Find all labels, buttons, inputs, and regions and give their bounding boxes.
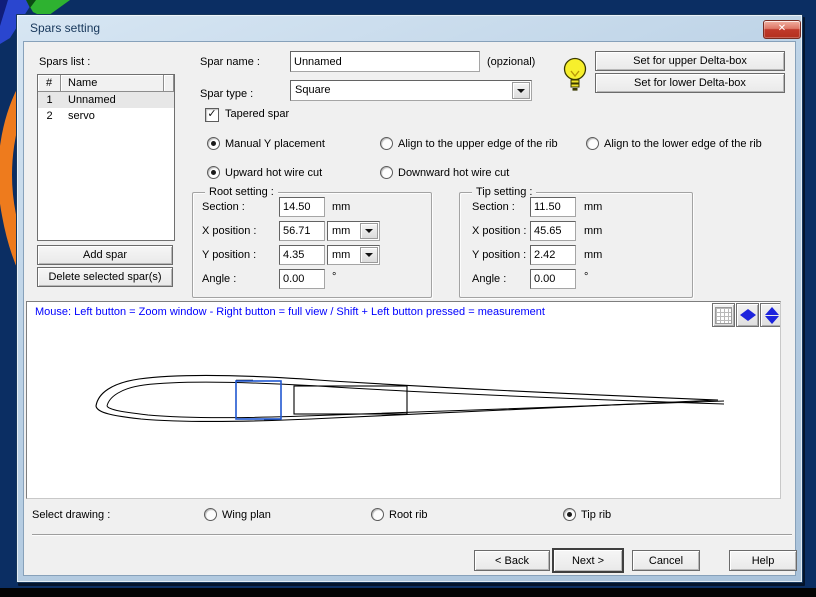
radio-upward-hot-wire-cut-label: Upward hot wire cut xyxy=(225,167,322,180)
grid-icon xyxy=(715,307,732,324)
next-button[interactable]: Next > xyxy=(553,549,623,572)
tip-angle-label: Angle : xyxy=(472,273,506,286)
root-angle-label: Angle : xyxy=(202,273,236,286)
radio-align-upper-edge-label: Align to the upper edge of the rib xyxy=(398,138,558,151)
cancel-button[interactable]: Cancel xyxy=(632,550,700,571)
tip-y-input[interactable] xyxy=(530,245,576,265)
spars-setting-dialog: Spars setting ✕ Spars list : # Name 1 Un… xyxy=(16,14,803,583)
radio-wing-plan-label: Wing plan xyxy=(222,509,271,522)
list-item-spar-2[interactable]: 2 servo xyxy=(38,108,174,124)
root-x-unit-select[interactable]: mm xyxy=(327,221,380,241)
close-button[interactable]: ✕ xyxy=(763,20,801,39)
radio-manual-y-placement[interactable] xyxy=(207,137,220,150)
radio-align-lower-edge[interactable] xyxy=(586,137,599,150)
vertical-arrows-icon xyxy=(765,307,779,324)
spar-type-value: Square xyxy=(295,84,330,96)
column-header-filler xyxy=(164,75,174,92)
airfoil-drawing xyxy=(27,302,778,496)
tip-angle-input[interactable] xyxy=(530,269,576,289)
radio-align-upper-edge[interactable] xyxy=(380,137,393,150)
grid-toggle-button[interactable] xyxy=(712,303,735,327)
delete-spar-button[interactable]: Delete selected spar(s) xyxy=(37,267,173,287)
radio-wing-plan[interactable] xyxy=(204,508,217,521)
root-section-input[interactable] xyxy=(279,197,325,217)
spar-number: 1 xyxy=(38,94,61,106)
root-section-label: Section : xyxy=(202,201,245,214)
spar-name: Unnamed xyxy=(61,94,116,106)
radio-manual-y-placement-label: Manual Y placement xyxy=(225,138,325,151)
tapered-spar-checkbox[interactable]: ✓ xyxy=(205,108,219,122)
root-x-label: X position : xyxy=(202,225,256,238)
tapered-spar-label: Tapered spar xyxy=(225,108,289,121)
rib-drawing-canvas[interactable]: Mouse: Left button = Zoom window - Right… xyxy=(26,301,781,499)
set-lower-delta-box-button[interactable]: Set for lower Delta-box xyxy=(595,73,785,93)
chevron-down-icon xyxy=(517,89,525,93)
select-drawing-label: Select drawing : xyxy=(32,509,110,522)
tip-y-label: Y position : xyxy=(472,249,526,262)
vertical-fit-button[interactable] xyxy=(760,303,781,327)
dialog-title: Spars setting xyxy=(30,21,100,35)
chevron-down-icon xyxy=(365,253,373,257)
dialog-client-area: Spars list : # Name 1 Unnamed 2 servo Ad… xyxy=(23,41,796,576)
root-y-label: Y position : xyxy=(202,249,256,262)
set-upper-delta-box-button[interactable]: Set for upper Delta-box xyxy=(595,51,785,71)
chevron-down-icon xyxy=(365,229,373,233)
root-x-unit-value: mm xyxy=(332,225,350,237)
screen-bottom-strip xyxy=(0,588,816,597)
tip-y-unit: mm xyxy=(584,249,602,261)
radio-tip-rib[interactable] xyxy=(563,508,576,521)
tip-x-label: X position : xyxy=(472,225,526,238)
horizontal-arrows-icon xyxy=(740,309,756,321)
radio-root-rib-label: Root rib xyxy=(389,509,428,522)
selected-spar-rect xyxy=(236,381,281,419)
tip-x-input[interactable] xyxy=(530,221,576,241)
root-angle-input[interactable] xyxy=(279,269,325,289)
separator-line xyxy=(32,534,792,536)
dropdown-button[interactable] xyxy=(360,223,378,239)
tip-angle-unit: ° xyxy=(584,271,588,283)
spar-number: 2 xyxy=(38,110,61,122)
tip-section-input[interactable] xyxy=(530,197,576,217)
lightbulb-icon xyxy=(561,56,589,98)
spar-name: servo xyxy=(61,110,95,122)
add-spar-button[interactable]: Add spar xyxy=(37,245,173,265)
radio-downward-hot-wire-cut[interactable] xyxy=(380,166,393,179)
spar-name-input[interactable] xyxy=(290,51,480,72)
spars-list-label: Spars list : xyxy=(39,56,90,69)
horizontal-fit-button[interactable] xyxy=(736,303,759,327)
root-x-input[interactable] xyxy=(279,221,325,241)
root-y-unit-select[interactable]: mm xyxy=(327,245,380,265)
radio-root-rib[interactable] xyxy=(371,508,384,521)
radio-upward-hot-wire-cut[interactable] xyxy=(207,166,220,179)
spars-listbox[interactable]: # Name 1 Unnamed 2 servo xyxy=(37,74,175,241)
tip-section-label: Section : xyxy=(472,201,515,214)
list-item-spar-1[interactable]: 1 Unnamed xyxy=(38,92,174,108)
spar-type-select[interactable]: Square xyxy=(290,80,532,101)
dropdown-button[interactable] xyxy=(512,82,530,99)
column-header-num[interactable]: # xyxy=(38,75,61,92)
tip-setting-title: Tip setting : xyxy=(472,186,536,199)
root-angle-unit: ° xyxy=(332,271,336,283)
dropdown-button[interactable] xyxy=(360,247,378,263)
root-y-input[interactable] xyxy=(279,245,325,265)
spar-name-label: Spar name : xyxy=(200,56,260,69)
column-header-name[interactable]: Name xyxy=(61,75,164,92)
back-button[interactable]: < Back xyxy=(474,550,550,571)
radio-align-lower-edge-label: Align to the lower edge of the rib xyxy=(604,138,762,151)
optional-note: (opzional) xyxy=(487,56,535,69)
help-button[interactable]: Help xyxy=(729,550,797,571)
tip-section-unit: mm xyxy=(584,201,602,213)
tip-x-unit: mm xyxy=(584,225,602,237)
root-y-unit-value: mm xyxy=(332,249,350,261)
radio-downward-hot-wire-cut-label: Downward hot wire cut xyxy=(398,167,509,180)
radio-tip-rib-label: Tip rib xyxy=(581,509,611,522)
root-section-unit: mm xyxy=(332,201,350,213)
spar-type-label: Spar type : xyxy=(200,88,253,101)
root-setting-title: Root setting : xyxy=(205,186,278,199)
